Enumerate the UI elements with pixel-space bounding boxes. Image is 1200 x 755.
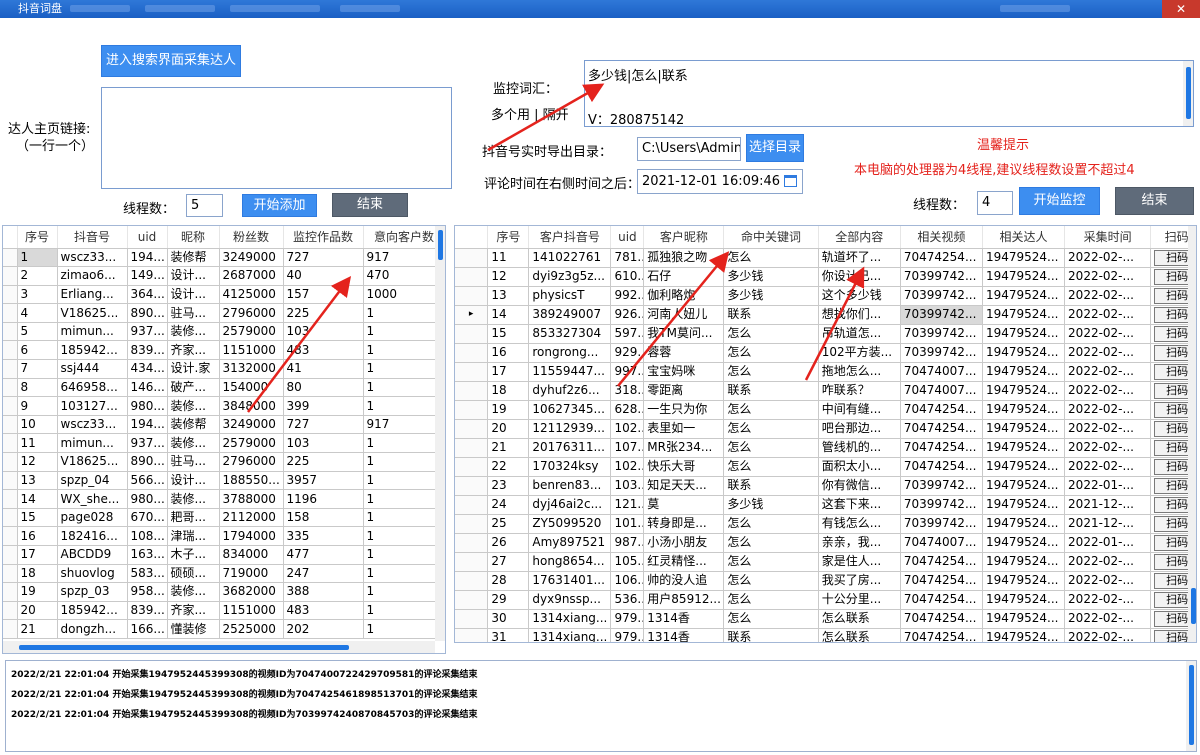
arrow-to-keywords xyxy=(487,83,605,152)
arrow-to-hit-keyword xyxy=(617,251,730,387)
arrow-to-intent-count xyxy=(247,276,352,413)
arrow-to-content xyxy=(804,266,865,381)
annotation-arrows xyxy=(247,83,865,413)
